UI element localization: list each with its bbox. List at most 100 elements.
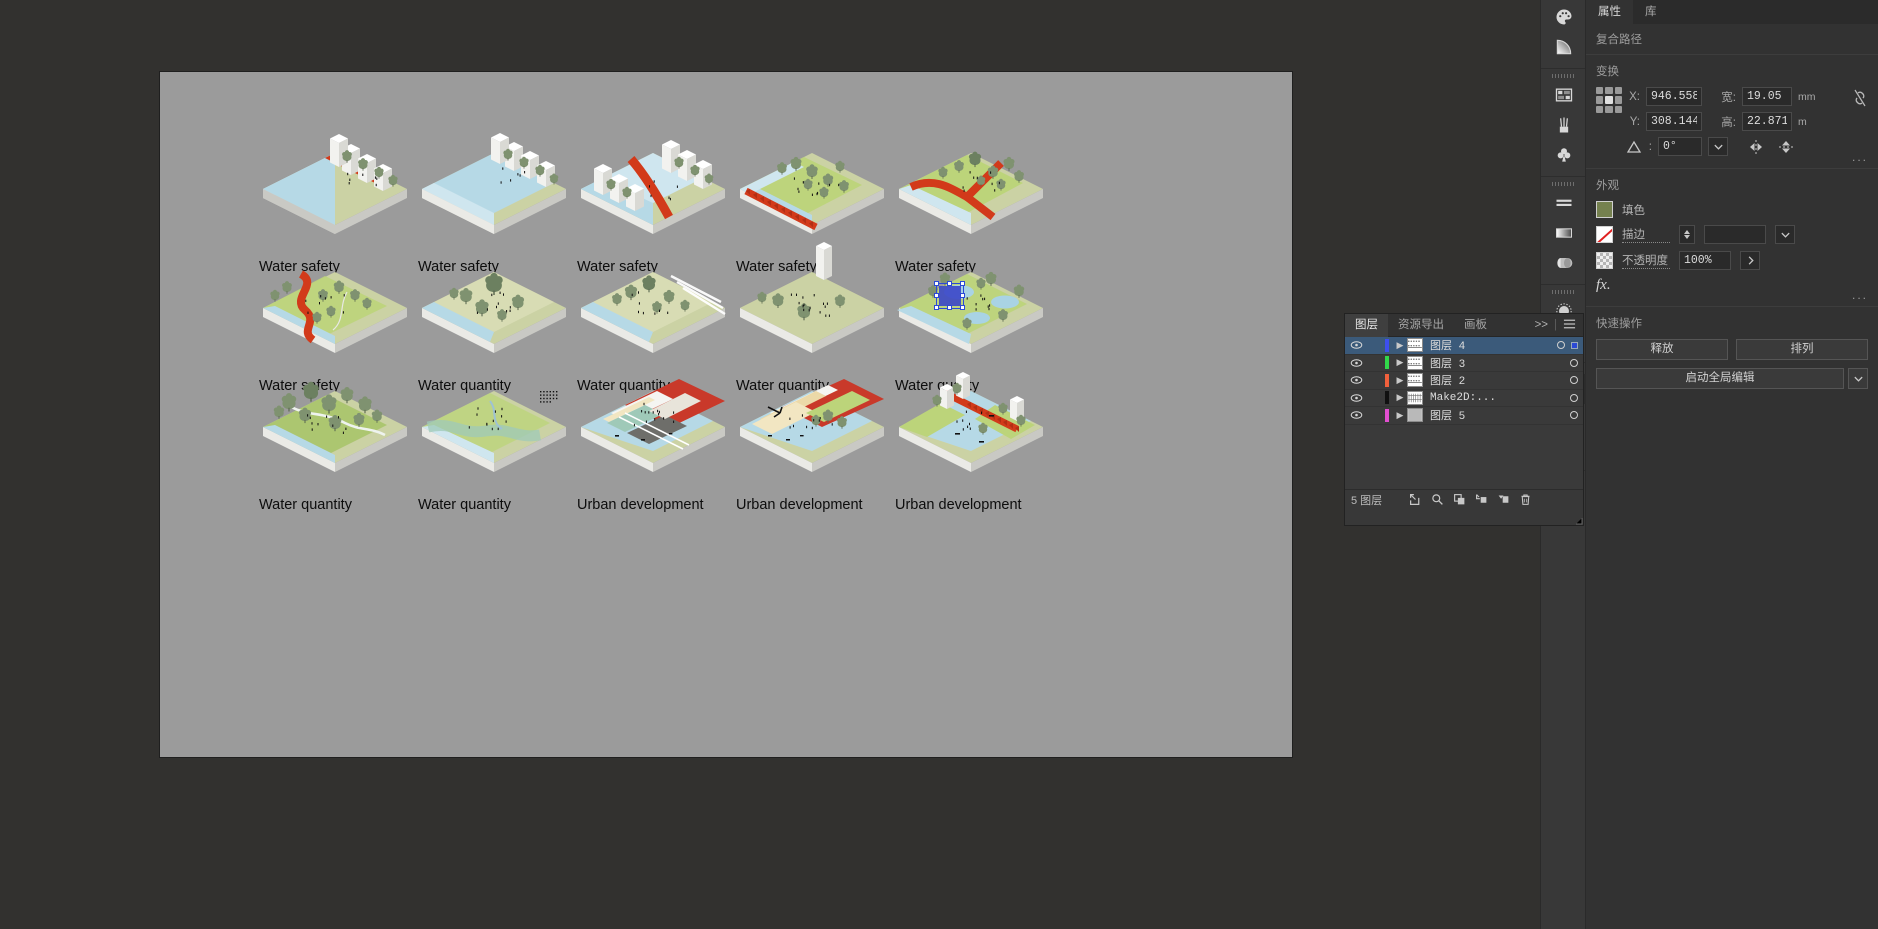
locate-object-icon[interactable] xyxy=(1404,493,1426,506)
stroke-chevron-down-icon[interactable] xyxy=(1775,225,1795,244)
illustrator-window: Water safety Water safety Water safety W… xyxy=(0,0,1878,929)
canvas-area[interactable]: Water safety Water safety Water safety W… xyxy=(0,0,1570,929)
layer-row[interactable]: ▶ 图层 5 xyxy=(1345,407,1583,425)
expand-panel-icon[interactable]: >> xyxy=(1535,319,1548,331)
layer-name[interactable]: 图层 3 xyxy=(1430,355,1465,371)
global-edit-chevron-down-icon[interactable] xyxy=(1848,368,1868,389)
angle-input[interactable] xyxy=(1658,137,1702,156)
tab-libraries[interactable]: 库 xyxy=(1633,0,1669,24)
rail-group-color xyxy=(1541,0,1585,69)
stroke-color-swatch[interactable] xyxy=(1596,226,1613,243)
y-input[interactable] xyxy=(1646,112,1702,131)
swatches-grid-icon[interactable] xyxy=(1541,80,1587,110)
layer-row[interactable]: ▶ 图层 2 xyxy=(1345,372,1583,390)
layer-expand-chevron-icon[interactable]: ▶ xyxy=(1393,340,1407,351)
stroke-weight-input[interactable] xyxy=(1704,225,1766,244)
layer-thumbnail xyxy=(1407,338,1423,353)
stroke-weight-stepper[interactable] xyxy=(1679,225,1695,244)
arrange-button[interactable]: 排列 xyxy=(1736,339,1868,360)
stroke-lines-icon[interactable] xyxy=(1541,188,1587,218)
layer-expand-chevron-icon[interactable]: ▶ xyxy=(1393,410,1407,421)
transform-more-options-icon[interactable]: ... xyxy=(1852,150,1868,164)
delete-selection-icon[interactable] xyxy=(1514,493,1536,506)
make-clipping-mask-icon[interactable] xyxy=(1448,493,1470,506)
reference-point-selector[interactable] xyxy=(1596,87,1622,113)
layer-visibility-eye-icon[interactable] xyxy=(1345,410,1367,420)
layer-visibility-eye-icon[interactable] xyxy=(1345,393,1367,403)
opacity-row[interactable]: 不透明度 xyxy=(1596,251,1868,270)
layer-expand-chevron-icon[interactable]: ▶ xyxy=(1393,375,1407,386)
tab-artboards[interactable]: 画板 xyxy=(1454,314,1497,337)
tab-asset-export[interactable]: 资源导出 xyxy=(1388,314,1454,337)
layer-selection-square[interactable] xyxy=(1571,341,1578,349)
layer-row[interactable]: ▶ 图层 4 xyxy=(1345,337,1583,355)
constrain-proportions-icon[interactable] xyxy=(1852,87,1868,107)
x-input[interactable] xyxy=(1646,87,1702,106)
rail-grip[interactable] xyxy=(1541,179,1585,188)
layer-name[interactable]: 图层 5 xyxy=(1430,407,1465,423)
layer-target-indicator[interactable] xyxy=(1557,341,1565,350)
layer-visibility-eye-icon[interactable] xyxy=(1345,340,1367,350)
flip-vertical-icon[interactable] xyxy=(1778,139,1794,155)
fx-icon[interactable]: fx. xyxy=(1596,277,1611,294)
artwork-illustration[interactable] xyxy=(871,139,1071,257)
panel-menu-icon[interactable] xyxy=(1563,318,1576,333)
color-palette-icon[interactable] xyxy=(1541,2,1587,32)
layer-name[interactable]: Make2D:... xyxy=(1430,392,1496,404)
layer-target-indicator[interactable] xyxy=(1570,393,1578,402)
stroke-row[interactable]: 描边 xyxy=(1596,225,1868,244)
panel-resize-handle[interactable] xyxy=(1573,515,1583,525)
artwork-tile[interactable]: Urban development xyxy=(871,372,1071,527)
artwork-caption: Urban development xyxy=(577,497,704,513)
appearance-more-options-icon[interactable]: ... xyxy=(1852,288,1868,302)
layer-name[interactable]: 图层 4 xyxy=(1430,337,1465,353)
flip-horizontal-icon[interactable] xyxy=(1748,139,1764,155)
artwork-illustration[interactable] xyxy=(871,372,1071,495)
layer-row[interactable]: ▶ 图层 3 xyxy=(1345,355,1583,372)
release-button[interactable]: 释放 xyxy=(1596,339,1728,360)
artwork-illustration[interactable] xyxy=(871,258,1071,376)
height-input[interactable] xyxy=(1742,112,1792,131)
artboard[interactable]: Water safety Water safety Water safety W… xyxy=(160,72,1292,757)
layer-row[interactable]: ▶ Make2D:... xyxy=(1345,390,1583,407)
fill-color-swatch[interactable] xyxy=(1596,201,1613,218)
layer-thumbnail xyxy=(1407,390,1423,405)
angle-chevron-down-icon[interactable] xyxy=(1708,137,1728,156)
layer-expand-chevron-icon[interactable]: ▶ xyxy=(1393,392,1407,403)
layer-target-indicator[interactable] xyxy=(1570,358,1578,367)
search-icon[interactable] xyxy=(1426,493,1448,506)
create-new-layer-icon[interactable] xyxy=(1492,493,1514,506)
rail-grip[interactable] xyxy=(1541,71,1585,80)
properties-tab-strip[interactable]: 属性 库 xyxy=(1586,0,1878,24)
tab-layers[interactable]: 图层 xyxy=(1345,313,1388,337)
layer-expand-chevron-icon[interactable]: ▶ xyxy=(1393,357,1407,368)
layer-visibility-eye-icon[interactable] xyxy=(1345,375,1367,385)
transparency-cylinder-icon[interactable] xyxy=(1541,248,1587,278)
gradient-quarter-icon[interactable] xyxy=(1541,32,1587,62)
layer-visibility-eye-icon[interactable] xyxy=(1345,358,1367,368)
layers-footer[interactable]: 5 图层 xyxy=(1345,489,1583,509)
layers-list[interactable]: ▶ 图层 4 ▶ 图层 3 ▶ 图层 2 ▶ Make2D:... ▶ 图层 5 xyxy=(1345,337,1583,489)
artwork-caption: Urban development xyxy=(736,497,863,513)
layer-target-indicator[interactable] xyxy=(1570,376,1578,385)
layer-target-indicator[interactable] xyxy=(1570,411,1578,420)
rail-grip[interactable] xyxy=(1541,287,1585,296)
tab-properties[interactable]: 属性 xyxy=(1586,0,1633,24)
layer-name[interactable]: 图层 2 xyxy=(1430,372,1465,388)
start-global-edit-button[interactable]: 启动全局编辑 xyxy=(1596,368,1844,389)
width-input[interactable] xyxy=(1742,87,1792,106)
layer-color-chip xyxy=(1385,373,1389,387)
symbols-clover-icon[interactable] xyxy=(1541,140,1587,170)
create-sublayer-icon[interactable] xyxy=(1470,493,1492,506)
layers-panel[interactable]: 图层 资源导出 画板 >> | ▶ 图层 4 ▶ 图层 3 ▶ 图层 2 ▶ M… xyxy=(1344,313,1584,526)
fx-row[interactable]: fx. xyxy=(1596,277,1868,294)
y-label: Y: xyxy=(1629,115,1640,128)
gradient-bar-icon[interactable] xyxy=(1541,218,1587,248)
layer-thumbnail xyxy=(1407,408,1423,423)
opacity-expand-icon[interactable] xyxy=(1740,251,1760,270)
properties-panel[interactable]: 属性 库 复合路径 变换 X: 宽: mm xyxy=(1586,0,1878,929)
opacity-input[interactable] xyxy=(1679,251,1731,270)
layers-tab-strip[interactable]: 图层 资源导出 画板 >> | xyxy=(1345,313,1583,337)
brushes-icon[interactable] xyxy=(1541,110,1587,140)
fill-row[interactable]: 填色 xyxy=(1596,201,1868,218)
